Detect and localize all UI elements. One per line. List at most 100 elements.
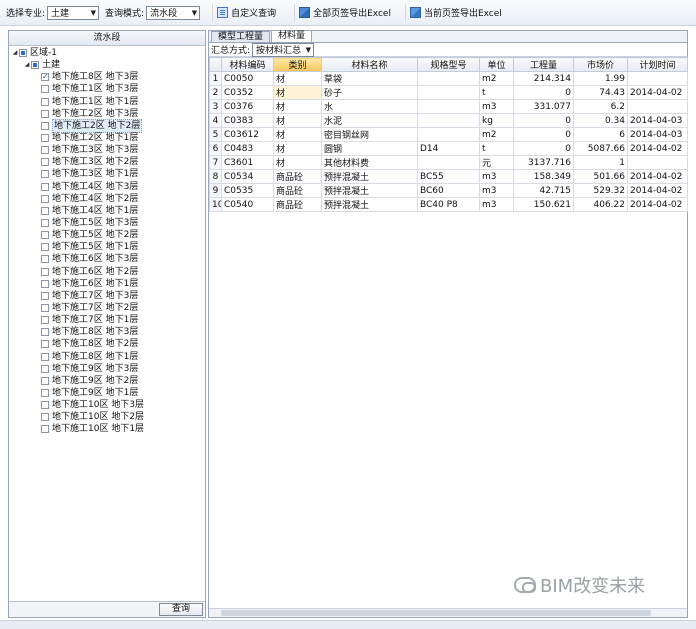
table-cell[interactable]: t [479,85,514,100]
table-cell[interactable]: 草袋 [321,71,418,86]
scrollbar-thumb[interactable] [221,610,651,616]
tree-item-checkbox[interactable] [41,146,49,155]
table-cell[interactable]: 158.349 [513,169,574,184]
table-row[interactable]: 2 C0352 材砂子 t 0 74.43 2014-04-02 [209,85,688,100]
table-cell[interactable]: 水 [321,99,418,114]
table-cell[interactable]: C0535 [221,183,274,198]
table-cell[interactable]: 其他材料费 [321,155,418,170]
table-cell[interactable]: 214.314 [513,71,574,86]
table-cell[interactable]: BC60 [417,183,480,198]
tree-item[interactable]: 地下施工1区 地下1层 [9,96,205,108]
tree-item[interactable]: 地下施工8区 地下3层 [9,71,205,83]
table-row[interactable]: 9 C0535 商品砼 预拌混凝土 BC60 m3 42.715 529.32 2014-04-… [209,183,688,198]
summary-select[interactable]: 按材料汇总 ▼ [252,42,315,57]
table-cell[interactable]: 0.34 [573,113,628,128]
column-header[interactable]: 单位 [479,57,514,72]
tree-item-checkbox[interactable] [41,425,49,434]
table-cell[interactable]: 0 [513,85,574,100]
table-cell[interactable]: 材 [273,71,322,86]
tree-item[interactable]: 地下施工7区 地下2层 [9,302,205,314]
table-cell[interactable]: C0540 [221,197,274,212]
table-cell[interactable]: 水泥 [321,113,418,128]
query-button[interactable]: 查询 [159,603,203,616]
table-cell[interactable]: C0050 [221,71,274,86]
tree-item-checkbox[interactable] [41,279,49,288]
tree-item-checkbox[interactable] [41,182,49,191]
table-cell[interactable]: 1 [573,155,628,170]
table-cell[interactable] [417,99,480,114]
column-header[interactable]: 市场价 [573,57,628,72]
table-cell[interactable]: 6.2 [573,99,628,114]
tree-node-root[interactable]: ◢ 区域-1 [9,47,205,59]
expand-arrow-icon[interactable]: ◢ [11,47,19,59]
table-cell[interactable]: C0376 [221,99,274,114]
tree-item[interactable]: 地下施工5区 地下3层 [9,217,205,229]
table-row[interactable]: 5 C03612 材密目钢丝网 m2 0 6 2014-04-03 [209,127,688,142]
tree-item[interactable]: 地下施工4区 地下2层 [9,193,205,205]
table-cell[interactable]: 商品砼 [273,169,322,184]
export-all-button[interactable]: 全部页签导出Excel [294,3,395,22]
tree-item-checkbox[interactable] [41,352,49,361]
table-cell[interactable] [417,85,480,100]
table-cell[interactable]: 2014-04-03 [627,113,688,128]
tree-item[interactable]: 地下施工8区 地下1层 [9,351,205,363]
table-cell[interactable]: m3 [479,197,514,212]
column-header[interactable]: 计划时间 [627,57,688,72]
table-cell[interactable] [417,155,480,170]
tree-item-checkbox[interactable] [41,170,49,179]
table-cell[interactable]: 圆钢 [321,141,418,156]
table-cell[interactable]: 74.43 [573,85,628,100]
table-cell[interactable]: 材 [273,141,322,156]
table-cell[interactable]: 预拌混凝土 [321,183,418,198]
column-header[interactable]: 规格型号 [417,57,480,72]
tree-item-checkbox[interactable] [41,401,49,410]
table-cell[interactable]: 预拌混凝土 [321,197,418,212]
table-cell[interactable]: 材 [273,113,322,128]
table-cell[interactable]: 0 [513,113,574,128]
tree-item-checkbox[interactable] [41,158,49,167]
tree-item-checkbox[interactable] [41,219,49,228]
table-cell[interactable]: 元 [479,155,514,170]
tree-checkbox[interactable] [19,49,27,58]
table-cell[interactable] [417,71,480,86]
table-cell[interactable]: 材 [273,99,322,114]
table-cell[interactable]: 2014-04-02 [627,169,688,184]
tree-item-checkbox[interactable] [41,134,49,143]
table-cell[interactable]: m3 [479,169,514,184]
table-cell[interactable]: 331.077 [513,99,574,114]
tree-item[interactable]: 地下施工4区 地下1层 [9,205,205,217]
tree-item[interactable]: 地下施工6区 地下3层 [9,253,205,265]
tree-item-checkbox[interactable] [41,109,49,118]
table-cell[interactable]: 150.621 [513,197,574,212]
table-cell[interactable]: t [479,141,514,156]
table-cell[interactable]: 材 [273,85,322,100]
table-cell[interactable]: 3137.716 [513,155,574,170]
tree-item-checkbox[interactable] [41,413,49,422]
table-cell[interactable]: C03612 [221,127,274,142]
major-select[interactable]: 土建 ▼ [47,5,100,20]
table-cell[interactable]: 预拌混凝土 [321,169,418,184]
tree-item[interactable]: 地下施工9区 地下2层 [9,375,205,387]
tree-item-checkbox[interactable] [41,364,49,373]
column-header[interactable]: 材料名称 [321,57,418,72]
table-cell[interactable]: 406.22 [573,197,628,212]
table-row[interactable]: 4 C0383 材水泥 kg 0 0.34 2014-04-03 [209,113,688,128]
tree-item-checkbox[interactable] [41,85,49,94]
column-header[interactable]: 类别 [273,57,322,72]
horizontal-scrollbar[interactable] [209,608,687,617]
table-cell[interactable]: C0352 [221,85,274,100]
tree-item-checkbox[interactable] [41,231,49,240]
tree-item[interactable]: 地下施工10区 地下2层 [9,411,205,423]
table-row[interactable]: 7 C3601 材其他材料费 元 3137.716 1 [209,155,688,170]
table-cell[interactable]: C0483 [221,141,274,156]
table-cell[interactable] [627,71,688,86]
table-cell[interactable]: 材 [273,127,322,142]
custom-query-button[interactable]: 自定义查询 [212,3,280,22]
tree-item[interactable]: 地下施工2区 地下1层 [9,132,205,144]
table-cell[interactable]: C3601 [221,155,274,170]
tree-item-checkbox[interactable] [41,206,49,215]
table-cell[interactable]: C0383 [221,113,274,128]
table-cell[interactable] [627,155,688,170]
tree-item[interactable]: 地下施工3区 地下2层 [9,156,205,168]
tree-item[interactable]: 地下施工6区 地下2层 [9,266,205,278]
